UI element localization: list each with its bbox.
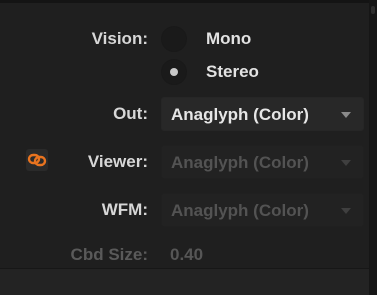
viewer-label: Viewer: — [87, 152, 148, 171]
wfm-label: WFM: — [101, 200, 148, 219]
wfm-dropdown-value: Anaglyph (Color) — [171, 201, 309, 220]
link-icon — [27, 153, 47, 167]
footer-divider — [0, 268, 369, 269]
panel-footer — [0, 268, 369, 295]
vision-label: Vision: — [91, 29, 148, 48]
radio-selected-dot — [170, 68, 178, 76]
vision-option-stereo-label[interactable]: Stereo — [206, 62, 259, 82]
viewer-dropdown[interactable]: Anaglyph (Color) — [161, 145, 364, 179]
panel-top-edge — [0, 0, 377, 3]
vision-option-mono-label[interactable]: Mono — [206, 29, 251, 49]
out-label: Out: — [113, 104, 148, 123]
cbd-size-value: 0.40 — [170, 245, 204, 264]
chevron-down-icon — [341, 208, 351, 214]
scrollbar-thumb[interactable] — [371, 6, 375, 14]
viewer-dropdown-value: Anaglyph (Color) — [171, 153, 309, 172]
out-dropdown[interactable]: Anaglyph (Color) — [161, 97, 364, 131]
out-dropdown-value: Anaglyph (Color) — [171, 105, 309, 124]
cbd-size-label: Cbd Size: — [70, 245, 148, 264]
vision-radio-mono[interactable] — [161, 26, 187, 52]
vision-radio-stereo[interactable] — [161, 59, 187, 85]
chevron-down-icon — [341, 160, 351, 166]
scrollbar[interactable] — [369, 0, 377, 295]
stereo-settings-panel: Vision: Mono Stereo Out: Anaglyph (Color… — [0, 0, 377, 295]
wfm-dropdown[interactable]: Anaglyph (Color) — [161, 193, 364, 227]
viewer-link-button[interactable] — [26, 149, 48, 171]
chevron-down-icon — [341, 112, 351, 118]
